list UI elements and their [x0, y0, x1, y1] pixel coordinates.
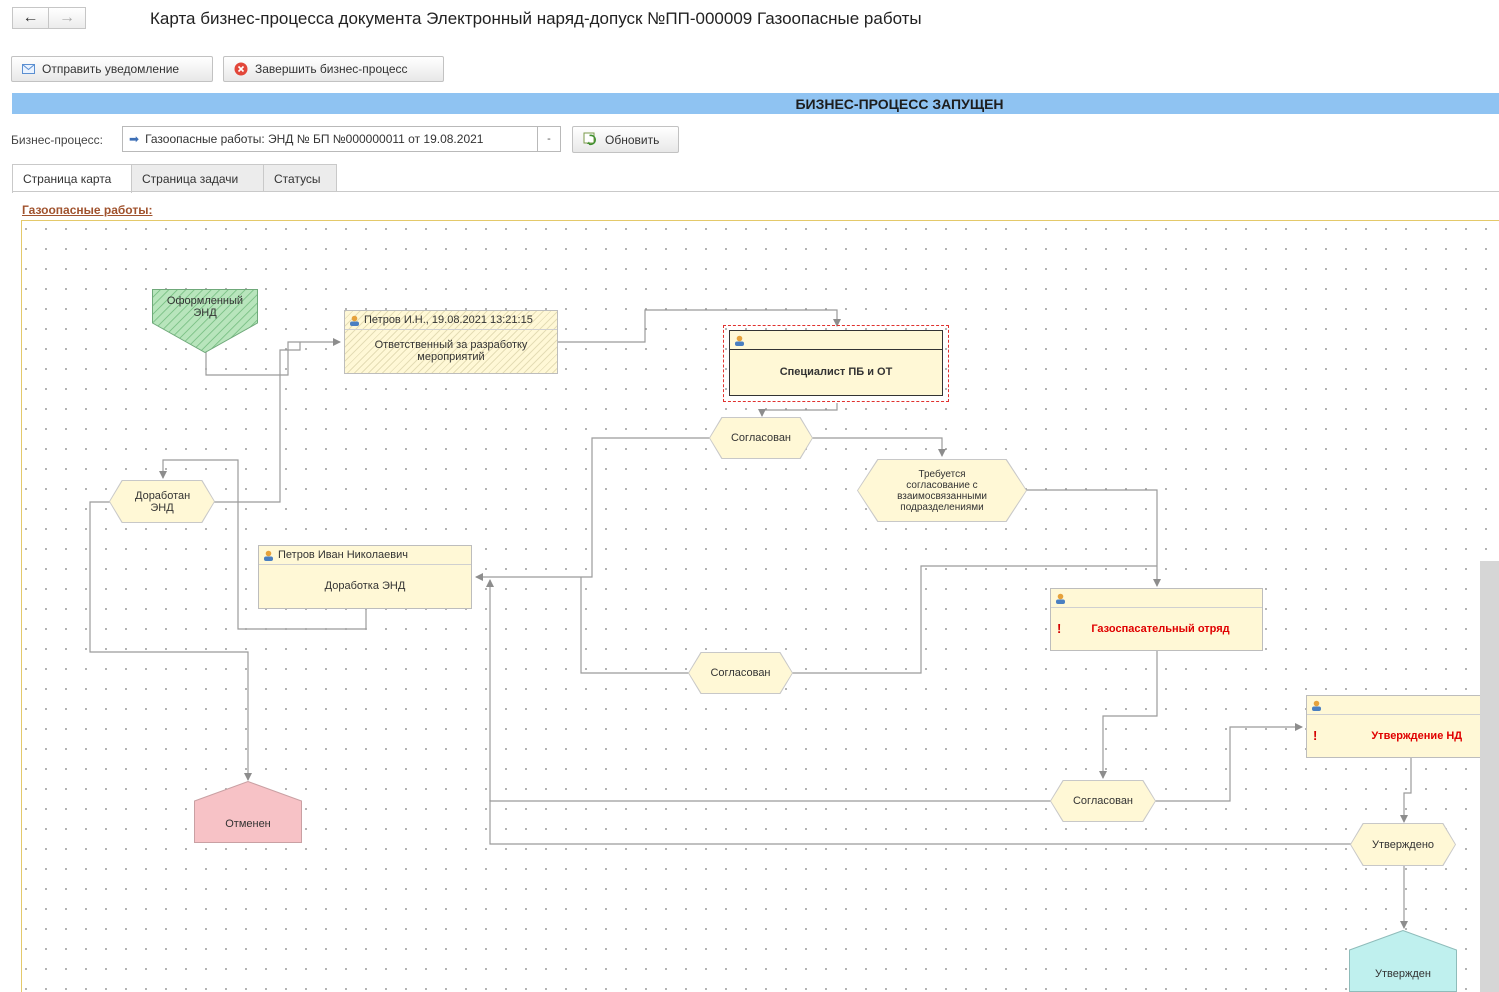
task-revision-header: Петров Иван Николаевич — [259, 546, 471, 565]
condition-agreed-3-label: Согласован — [1072, 795, 1134, 807]
condition-required-label: Требуется согласование с взаимосвязанным… — [897, 468, 987, 513]
user-icon — [350, 315, 359, 326]
task-gas-rescue-title: Газоспасательный отряд — [1091, 622, 1230, 635]
warning-icon: ! — [1057, 621, 1062, 636]
warning-icon: ! — [1313, 728, 1318, 743]
user-icon — [1312, 700, 1321, 711]
task-responsible-title: Ответственный за разработку мероприятий — [374, 339, 528, 363]
condition-approved[interactable]: Утверждено — [1350, 823, 1456, 866]
task-approval[interactable]: ! Утверждение НД — [1306, 695, 1482, 758]
task-specialist-header — [730, 331, 942, 350]
condition-agreed-3[interactable]: Согласован — [1050, 780, 1156, 822]
task-gas-rescue[interactable]: ! Газоспасательный отряд — [1050, 588, 1263, 651]
condition-agreed-2-label: Согласован — [710, 667, 771, 679]
user-icon — [264, 550, 273, 561]
task-specialist[interactable]: Специалист ПБ и ОТ — [729, 330, 943, 396]
task-revision[interactable]: Петров Иван Николаевич Доработка ЭНД — [258, 545, 472, 609]
task-approval-title: Утверждение НД — [1371, 729, 1463, 742]
end-approved[interactable]: Утвержден — [1349, 930, 1457, 992]
end-cancelled-label: Отменен — [225, 818, 271, 830]
condition-agreed-2[interactable]: Согласован — [688, 652, 793, 694]
condition-approved-label: Утверждено — [1371, 838, 1435, 851]
task-gas-rescue-header — [1051, 589, 1262, 608]
end-cancelled-shape-icon — [194, 781, 302, 843]
condition-required[interactable]: Требуется согласование с взаимосвязанным… — [857, 459, 1027, 522]
condition-revised[interactable]: Доработан ЭНД — [109, 480, 215, 523]
end-cancelled[interactable]: Отменен — [194, 781, 302, 843]
task-revision-title: Доработка ЭНД — [324, 580, 406, 592]
task-responsible-header: Петров И.Н., 19.08.2021 13:21:15 — [345, 311, 557, 330]
end-approved-label: Утвержден — [1375, 968, 1431, 980]
task-responsible-performer: Петров И.Н., 19.08.2021 13:21:15 — [364, 314, 533, 326]
start-label: Оформленный ЭНД — [166, 295, 244, 319]
task-specialist-title: Специалист ПБ и ОТ — [779, 366, 893, 378]
task-revision-performer: Петров Иван Николаевич — [278, 549, 408, 561]
end-approved-shape-icon — [1349, 930, 1457, 992]
condition-revised-label: Доработан ЭНД — [135, 489, 191, 514]
task-responsible[interactable]: Петров И.Н., 19.08.2021 13:21:15 Ответст… — [344, 310, 558, 374]
condition-agreed-1[interactable]: Согласован — [709, 417, 813, 459]
task-approval-header — [1307, 696, 1481, 715]
start-node[interactable]: Оформленный ЭНД — [152, 289, 258, 353]
user-icon — [735, 335, 744, 346]
condition-agreed-1-label: Согласован — [730, 432, 792, 444]
vertical-scrollbar[interactable] — [1480, 561, 1499, 992]
connector-lines — [89, 309, 1412, 929]
user-icon — [1056, 593, 1065, 604]
